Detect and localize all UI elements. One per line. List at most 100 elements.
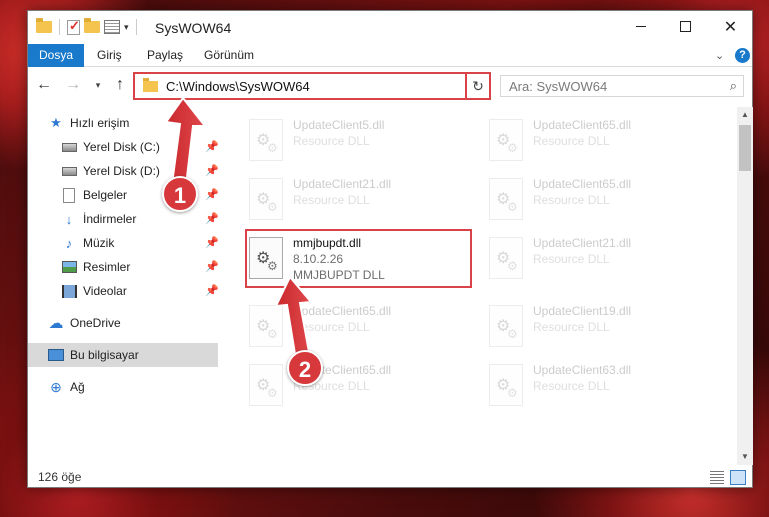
file-name: UpdateClient19.dll: [533, 304, 632, 318]
sidebar-item-label: Müzik: [83, 236, 115, 250]
sidebar-item-quick-access[interactable]: ★ Hızlı erişim: [48, 111, 218, 135]
file-name: UpdateClient21.dll: [293, 177, 392, 191]
file-item[interactable]: ⚙ ⚙ UpdateClient65.dll Resource DLL: [483, 174, 713, 230]
drive-icon: [61, 142, 77, 152]
up-arrow-icon[interactable]: ↑: [110, 75, 130, 95]
divider: [135, 19, 137, 35]
sidebar-item-pictures[interactable]: Resimler 📌: [61, 255, 219, 279]
drive-icon: [61, 166, 77, 176]
search-icon[interactable]: ⌕: [730, 78, 737, 94]
navigation-bar: ← → ▾ ↑ C:\Windows\SysWOW64 ▾ ↻ Ara: Sys…: [28, 68, 752, 102]
file-item[interactable]: ⚙ ⚙ UpdateClient21.dll Resource DLL: [483, 233, 713, 289]
file-type: Resource DLL: [533, 320, 610, 334]
pin-icon[interactable]: 📌: [205, 188, 219, 201]
file-name: UpdateClient5.dll: [293, 118, 385, 132]
tab-home[interactable]: Giriş: [97, 44, 122, 67]
address-path[interactable]: C:\Windows\SysWOW64: [166, 79, 471, 94]
tab-file[interactable]: Dosya: [28, 44, 84, 67]
divider: [59, 19, 60, 35]
folder-icon: [143, 77, 158, 92]
sidebar-item-videos[interactable]: Videolar 📌: [61, 279, 219, 303]
dll-file-icon: ⚙ ⚙: [489, 305, 525, 347]
refresh-button[interactable]: ↻: [465, 72, 491, 100]
sidebar-item-local-disk-c[interactable]: Yerel Disk (C:) 📌: [61, 135, 219, 159]
step-marker-2: 2: [287, 350, 323, 386]
file-name: UpdateClient65.dll: [293, 304, 392, 318]
title-bar: ▾ SysWOW64 ✕: [28, 11, 752, 44]
music-icon: ♪: [65, 235, 73, 251]
maximize-button[interactable]: [663, 11, 708, 42]
window-title: SysWOW64: [155, 20, 232, 36]
pin-icon[interactable]: 📌: [205, 284, 219, 297]
videos-icon: [61, 284, 77, 298]
item-count: 126 öğe: [38, 470, 82, 484]
dll-file-icon: ⚙ ⚙: [489, 364, 525, 406]
star-icon: ★: [50, 115, 62, 130]
new-folder-icon[interactable]: [84, 18, 100, 33]
file-type: Resource DLL: [533, 193, 610, 207]
minimize-button[interactable]: [618, 11, 663, 42]
file-name: UpdateClient21.dll: [533, 236, 632, 250]
back-arrow-icon[interactable]: ←: [34, 75, 54, 95]
sidebar-item-music[interactable]: ♪ Müzik 📌: [61, 231, 219, 255]
scrollbar-thumb[interactable]: [739, 125, 751, 171]
pin-icon[interactable]: 📌: [205, 140, 219, 153]
downloads-icon: ↓: [65, 211, 73, 227]
sidebar-item-network[interactable]: ⊕ Ağ: [48, 375, 218, 399]
sidebar-item-label: Ağ: [70, 380, 85, 394]
file-type: Resource DLL: [293, 193, 370, 207]
address-bar[interactable]: C:\Windows\SysWOW64 ▾: [133, 72, 491, 100]
file-type: Resource DLL: [293, 134, 370, 148]
sidebar-item-label: OneDrive: [70, 316, 121, 330]
file-item[interactable]: ⚙ ⚙ UpdateClient65.dll Resource DLL: [243, 360, 473, 416]
scroll-up-arrow-icon[interactable]: ▲: [737, 107, 753, 123]
quick-access-toolbar: ▾: [36, 18, 140, 35]
file-item[interactable]: ⚙ ⚙ UpdateClient5.dll Resource DLL: [243, 115, 473, 171]
sidebar-item-downloads[interactable]: ↓ İndirmeler 📌: [61, 207, 219, 231]
file-item[interactable]: ⚙ ⚙ UpdateClient65.dll Resource DLL: [243, 301, 473, 357]
properties-check-icon[interactable]: [67, 18, 80, 35]
expand-ribbon-chevron-icon[interactable]: ⌄: [715, 49, 724, 62]
tab-share[interactable]: Paylaş: [147, 44, 183, 67]
refresh-icon: ↻: [472, 77, 484, 94]
view-properties-icon[interactable]: [104, 20, 120, 34]
dll-file-icon: ⚙ ⚙: [489, 119, 525, 161]
search-input[interactable]: Ara: SysWOW64 ⌕: [500, 75, 744, 97]
customize-toolbar-chevron-icon[interactable]: ▾: [124, 22, 129, 33]
file-type: Resource DLL: [533, 379, 610, 393]
file-item[interactable]: ⚙ ⚙ UpdateClient65.dll Resource DLL: [483, 115, 713, 171]
pictures-icon: [61, 261, 77, 273]
pin-icon[interactable]: 📌: [205, 164, 219, 177]
details-view-icon[interactable]: [710, 471, 724, 484]
status-bar: 126 öğe: [28, 467, 752, 489]
ribbon-tabs: Dosya Giriş Paylaş Görünüm ⌄ ?: [28, 44, 752, 67]
sidebar-item-label: Yerel Disk (D:): [83, 164, 160, 178]
dll-file-icon: ⚙ ⚙: [249, 119, 285, 161]
pin-icon[interactable]: 📌: [205, 260, 219, 273]
file-item[interactable]: ⚙ ⚙ UpdateClient21.dll Resource DLL: [243, 174, 473, 230]
file-item[interactable]: ⚙ ⚙ UpdateClient63.dll Resource DLL: [483, 360, 713, 416]
file-highlight-box: [245, 229, 472, 288]
sidebar-item-label: Videolar: [83, 284, 127, 298]
scroll-down-arrow-icon[interactable]: ▼: [737, 449, 753, 465]
file-type: Resource DLL: [533, 134, 610, 148]
forward-arrow-icon[interactable]: →: [63, 75, 83, 95]
recent-locations-chevron-icon[interactable]: ▾: [88, 75, 108, 95]
pin-icon[interactable]: 📌: [205, 212, 219, 225]
pin-icon[interactable]: 📌: [205, 236, 219, 249]
file-type: Resource DLL: [293, 320, 370, 334]
tab-view[interactable]: Görünüm: [204, 44, 254, 67]
help-icon[interactable]: ?: [735, 48, 750, 63]
close-button[interactable]: ✕: [708, 11, 753, 42]
sidebar-item-local-disk-d[interactable]: Yerel Disk (D:) 📌: [61, 159, 219, 183]
vertical-scrollbar[interactable]: ▲ ▼: [737, 107, 753, 465]
folder-icon: [36, 18, 52, 33]
sidebar-item-this-pc[interactable]: Bu bilgisayar: [28, 343, 218, 367]
dll-file-icon: ⚙ ⚙: [249, 178, 285, 220]
tiles-view-icon[interactable]: [730, 470, 746, 485]
sidebar-item-label: Hızlı erişim: [70, 116, 130, 130]
file-type: Resource DLL: [533, 252, 610, 266]
sidebar-item-onedrive[interactable]: ☁ OneDrive: [48, 311, 218, 335]
file-name: UpdateClient65.dll: [533, 177, 632, 191]
file-item[interactable]: ⚙ ⚙ UpdateClient19.dll Resource DLL: [483, 301, 713, 357]
